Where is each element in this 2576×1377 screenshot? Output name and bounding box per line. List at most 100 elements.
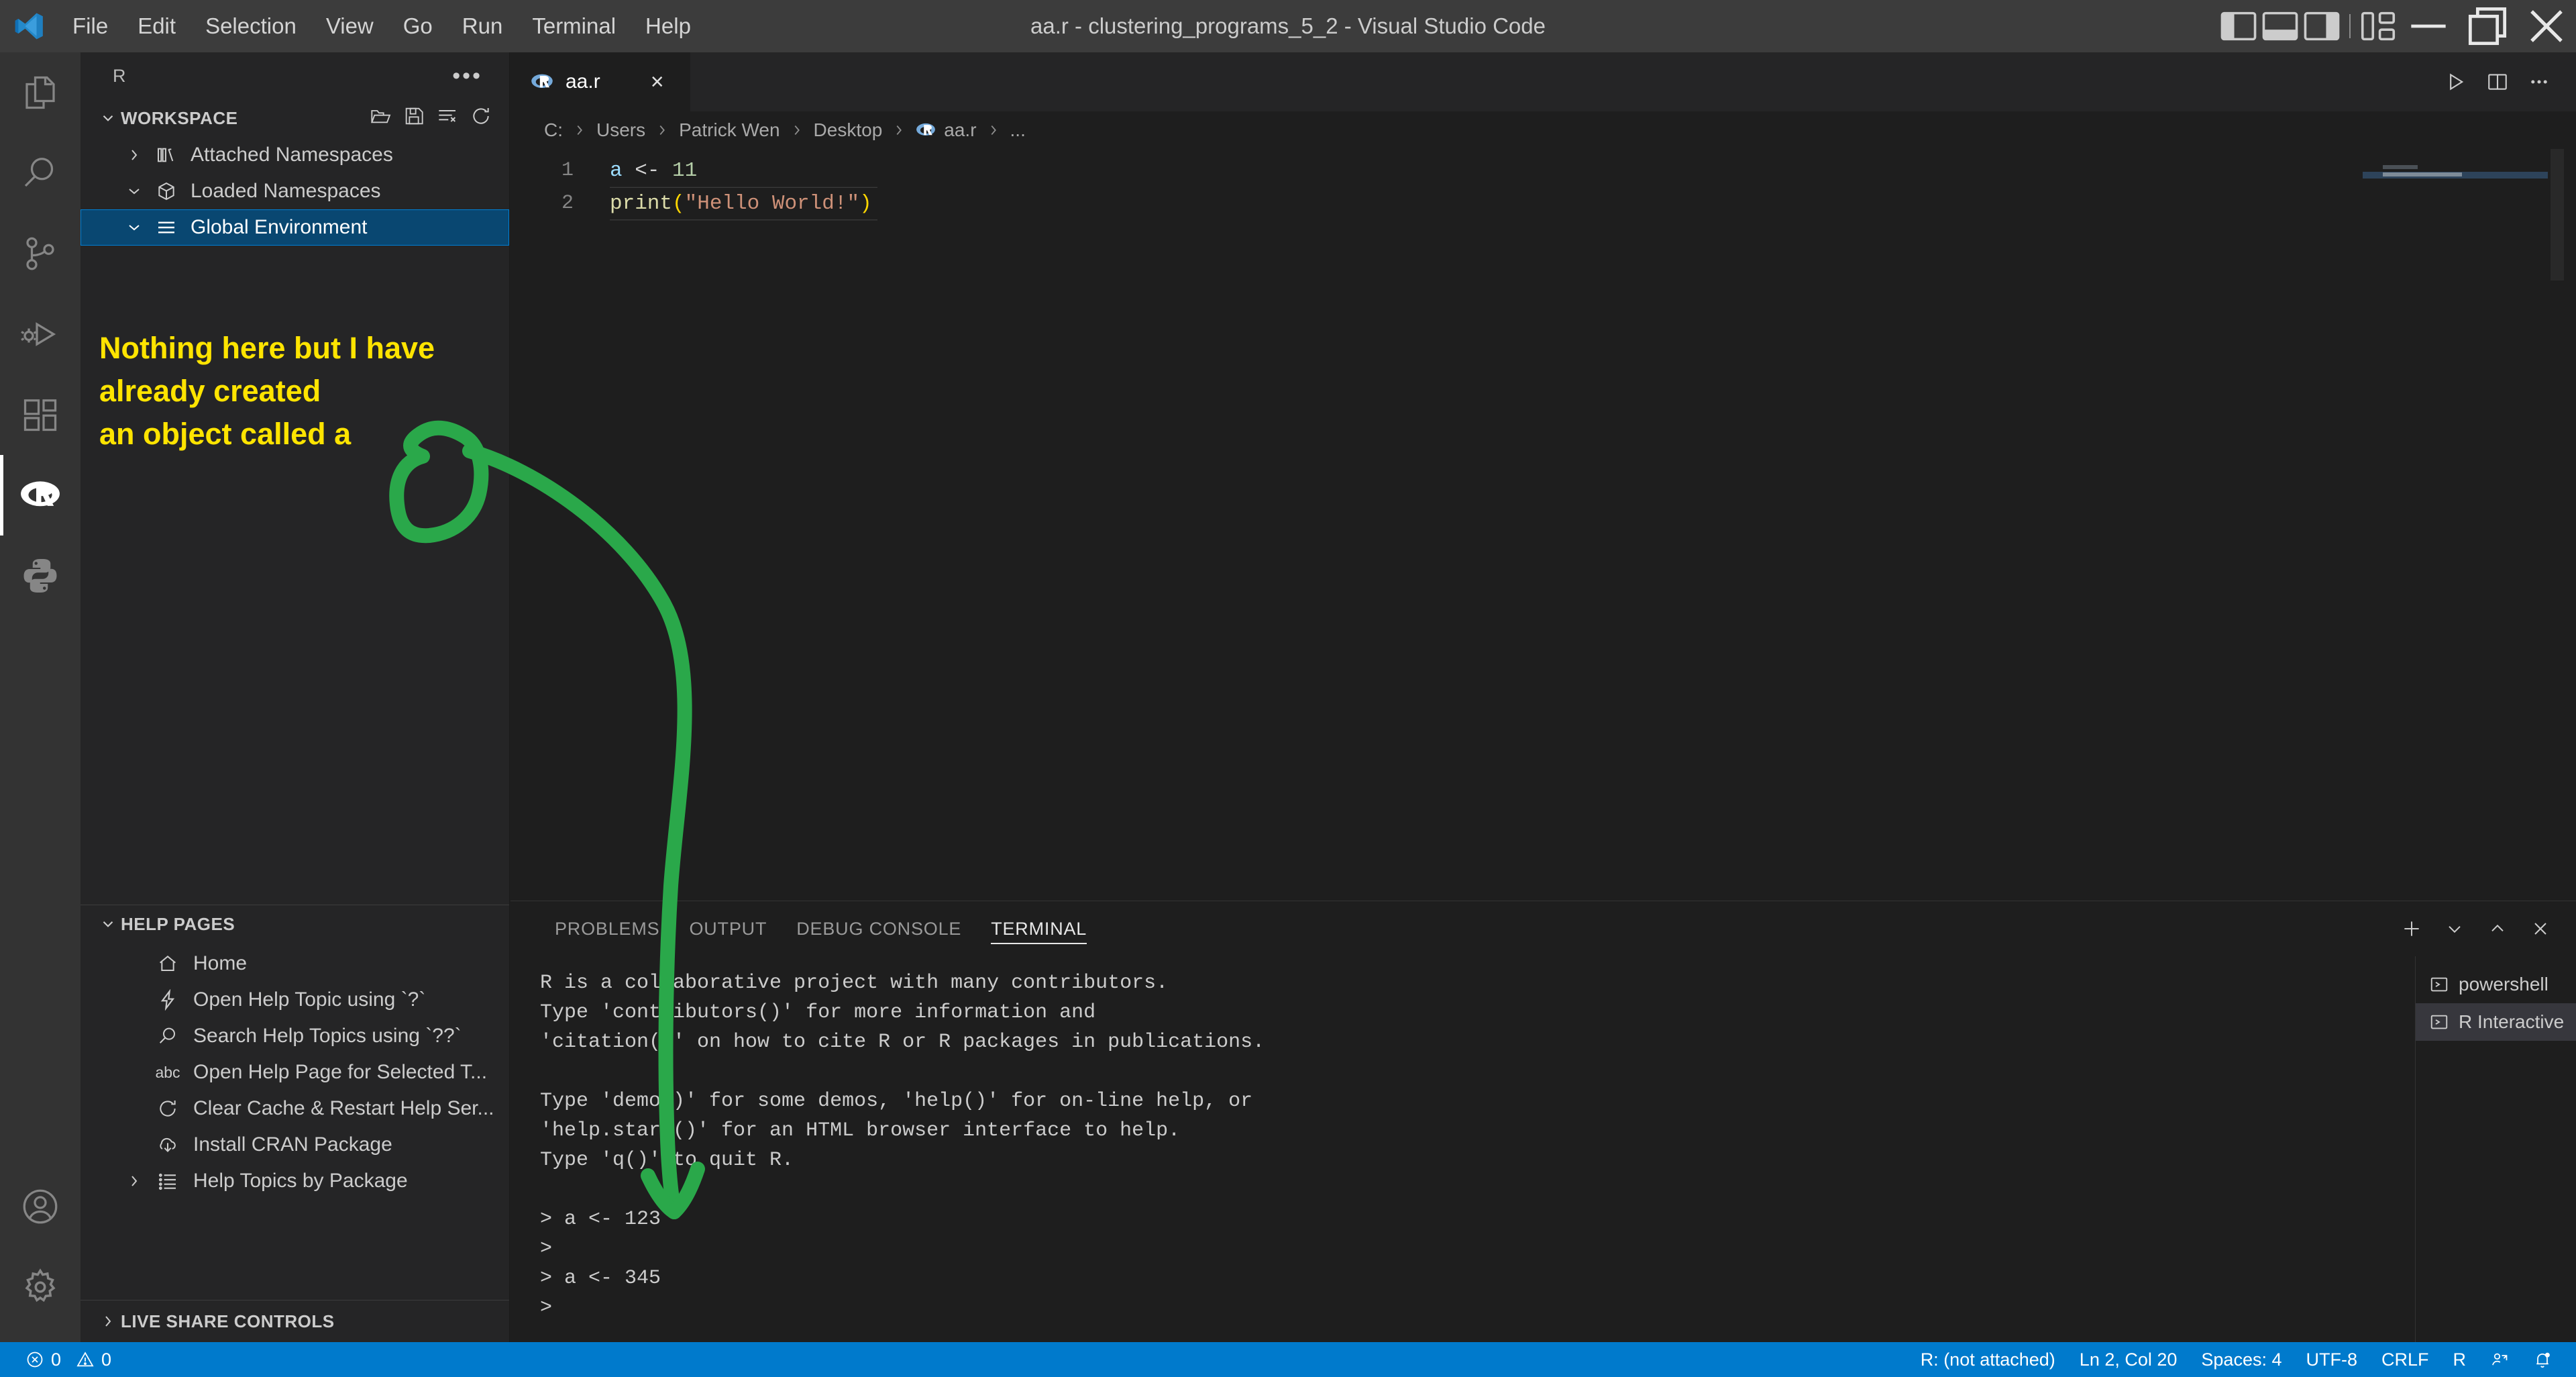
status-encoding[interactable]: UTF-8 (2294, 1342, 2369, 1377)
panel-body: R is a collaborative project with many c… (511, 956, 2576, 1342)
panel-tab-output[interactable]: OUTPUT (674, 901, 782, 956)
panel-tab-terminal[interactable]: TERMINAL (976, 901, 1102, 956)
editor-actions (2436, 52, 2576, 111)
terminal-instance-powershell[interactable]: powershell (2416, 966, 2576, 1003)
tree-item-label: Attached Namespaces (191, 144, 393, 166)
chevron-down-icon[interactable] (2436, 911, 2473, 947)
breadcrumb-item-desktop[interactable]: Desktop (811, 119, 885, 141)
refresh-icon[interactable] (470, 105, 492, 132)
status-cursor-position[interactable]: Ln 2, Col 20 (2068, 1342, 2190, 1377)
chevron-down-icon (119, 183, 149, 199)
help-item-open-help-topic[interactable]: Open Help Topic using `?` (80, 982, 509, 1018)
help-item-label: Clear Cache & Restart Help Ser... (193, 1097, 494, 1119)
activity-search[interactable] (0, 133, 80, 213)
help-item-search-help-topics[interactable]: Search Help Topics using `??` (80, 1018, 509, 1054)
status-errors-warnings[interactable]: 0 0 (13, 1342, 123, 1377)
menu-go[interactable]: Go (388, 0, 447, 52)
menu-file[interactable]: File (58, 0, 123, 52)
editor-scrollbar[interactable] (2564, 149, 2576, 901)
menu-selection[interactable]: Selection (191, 0, 311, 52)
status-bar: 0 0 R: (not attached) Ln 2, Col 20 Space… (0, 1342, 2576, 1377)
breadcrumb-item-patrick-wen[interactable]: Patrick Wen (676, 119, 782, 141)
tree-item-attached-namespaces[interactable]: Attached Namespaces (80, 137, 509, 173)
split-editor-icon[interactable] (2478, 62, 2517, 101)
help-item-label: Search Help Topics using `??` (193, 1025, 462, 1047)
debug-icon (21, 322, 56, 346)
activity-settings[interactable] (0, 1247, 80, 1327)
status-language-mode[interactable]: R (2441, 1342, 2479, 1377)
editor-tab-aa-r[interactable]: aa.r × (511, 52, 691, 111)
terminal-icon (2430, 977, 2448, 992)
breadcrumb-item-c[interactable]: C: (541, 119, 566, 141)
abc-icon: abc (155, 1063, 180, 1081)
section-live-share-label: LIVE SHARE CONTROLS (121, 1311, 335, 1331)
tree-item-global-environment[interactable]: Global Environment (80, 209, 509, 246)
restore-button[interactable] (2458, 0, 2517, 52)
minimize-button[interactable] (2399, 0, 2458, 52)
minimap[interactable] (2363, 149, 2564, 901)
help-item-help-topics-by-package[interactable]: Help Topics by Package (80, 1163, 509, 1199)
cloud-download-icon (149, 1134, 186, 1156)
activity-extensions[interactable] (0, 374, 80, 455)
sidebar-more-actions-icon[interactable]: ••• (452, 64, 482, 87)
new-terminal-icon[interactable] (2394, 911, 2430, 947)
toggle-secondary-sidebar-icon[interactable] (2301, 0, 2343, 52)
breadcrumb-item-more[interactable]: ... (1008, 119, 1028, 141)
minimap-slider[interactable] (2551, 149, 2564, 280)
status-live-share[interactable] (2478, 1342, 2521, 1377)
panel-tab-problems[interactable]: PROBLEMS (540, 901, 674, 956)
status-eol[interactable]: CRLF (2369, 1342, 2441, 1377)
refresh-icon (149, 1098, 186, 1119)
close-icon[interactable]: × (642, 66, 673, 97)
menu-view[interactable]: View (311, 0, 388, 52)
load-workspace-icon[interactable] (370, 105, 391, 132)
status-bar-left: 0 0 (0, 1342, 123, 1377)
section-workspace-header[interactable]: WORKSPACE (80, 99, 509, 137)
divider (2349, 14, 2351, 38)
terminal-output[interactable]: R is a collaborative project with many c… (511, 956, 2415, 1342)
activity-explorer[interactable] (0, 52, 80, 133)
activity-source-control[interactable] (0, 213, 80, 294)
activity-python[interactable] (0, 536, 80, 616)
close-panel-icon[interactable] (2522, 911, 2559, 947)
menu-terminal[interactable]: Terminal (517, 0, 631, 52)
toggle-panel-icon[interactable] (2259, 0, 2301, 52)
panel-tab-debug-console[interactable]: DEBUG CONSOLE (782, 901, 976, 956)
menu-help[interactable]: Help (631, 0, 706, 52)
chevron-right-icon (119, 1173, 149, 1189)
breadcrumb-item-users[interactable]: Users (594, 119, 648, 141)
line-text: a <- 11 (610, 159, 698, 183)
help-item-clear-cache-restart[interactable]: Clear Cache & Restart Help Ser... (80, 1090, 509, 1127)
breadcrumb-label: Users (596, 119, 646, 140)
activity-run-debug[interactable] (0, 294, 80, 374)
status-r-attached[interactable]: R: (not attached) (1909, 1342, 2068, 1377)
error-count: 0 (51, 1349, 62, 1370)
run-icon[interactable] (2436, 62, 2475, 101)
status-indentation[interactable]: Spaces: 4 (2189, 1342, 2294, 1377)
tree-item-loaded-namespaces[interactable]: Loaded Namespaces (80, 173, 509, 209)
status-notifications[interactable] (2521, 1342, 2564, 1377)
terminal-instance-r-interactive[interactable]: R Interactive (2416, 1003, 2576, 1041)
close-button[interactable] (2517, 0, 2576, 52)
menu-run[interactable]: Run (447, 0, 518, 52)
code-editor[interactable]: 1 a <- 11 2 print("Hello World!") (511, 149, 2576, 901)
customize-layout-icon[interactable] (2357, 0, 2399, 52)
chevron-down-icon (95, 915, 121, 933)
help-item-open-help-page-selected[interactable]: abc Open Help Page for Selected T... (80, 1054, 509, 1090)
more-actions-icon[interactable] (2520, 62, 2559, 101)
toggle-primary-sidebar-icon[interactable] (2218, 0, 2259, 52)
bell-icon (2536, 1352, 2550, 1368)
status-bar-right: R: (not attached) Ln 2, Col 20 Spaces: 4… (1909, 1342, 2576, 1377)
section-help-pages-header[interactable]: HELP PAGES (80, 905, 509, 943)
activity-r-workspace[interactable] (0, 455, 80, 536)
clear-workspace-icon[interactable] (437, 105, 458, 132)
chevron-up-icon[interactable] (2479, 911, 2516, 947)
menu-edit[interactable]: Edit (123, 0, 191, 52)
activity-accounts[interactable] (0, 1166, 80, 1247)
help-item-home[interactable]: Home (80, 946, 509, 982)
save-workspace-icon[interactable] (403, 105, 425, 132)
section-live-share-header[interactable]: LIVE SHARE CONTROLS (80, 1300, 509, 1342)
panel-header: PROBLEMS OUTPUT DEBUG CONSOLE TERMINAL (511, 901, 2576, 956)
breadcrumb-item-aa-r[interactable]: aa.r (913, 119, 979, 141)
help-item-install-cran-package[interactable]: Install CRAN Package (80, 1127, 509, 1163)
